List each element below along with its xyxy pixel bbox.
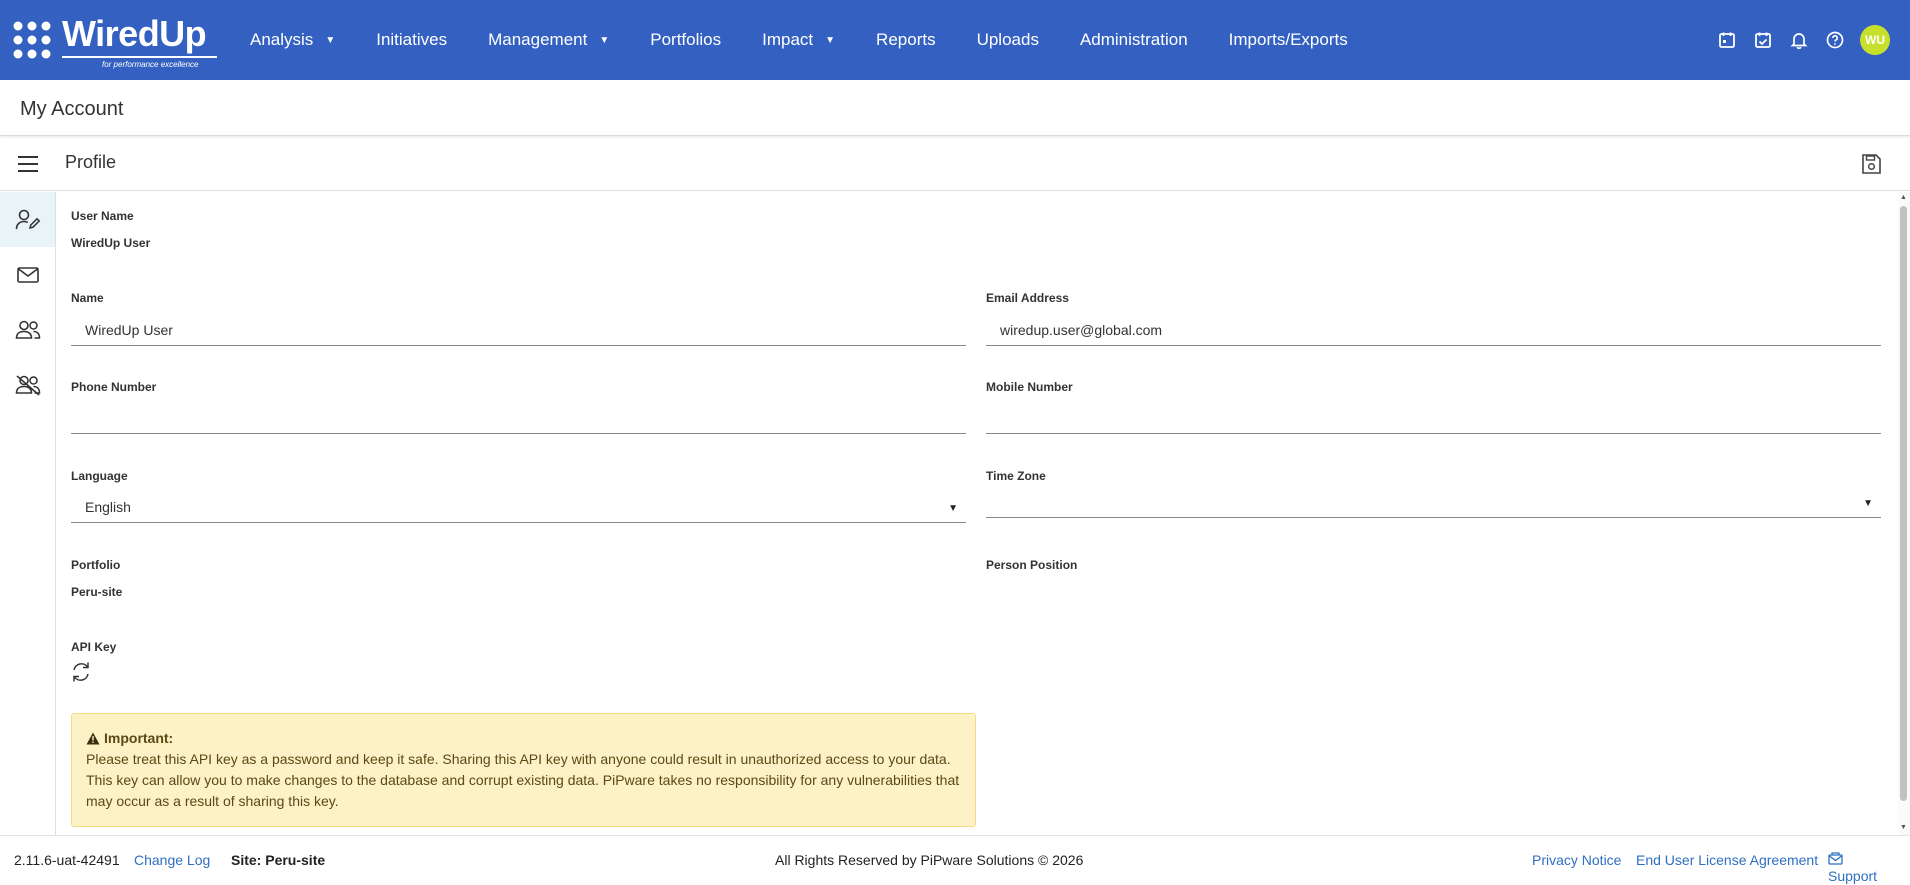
section-title: Profile	[65, 152, 117, 172]
name-label: Name	[71, 291, 104, 305]
users-icon	[15, 320, 40, 339]
nav-label: Administration	[1079, 30, 1188, 49]
logo-underline	[62, 56, 217, 58]
footer: 2.11.6-uat-42491 Change Log Site: Peru-s…	[0, 835, 1910, 885]
profile-form: User Name WiredUp User Name Email Addres…	[56, 192, 1898, 835]
support-envelope-icon	[1828, 852, 1843, 865]
nav-label: Imports/Exports	[1228, 30, 1348, 49]
privacy-notice-link[interactable]: Privacy Notice	[1532, 852, 1621, 868]
calendar-icon[interactable]	[1716, 29, 1738, 51]
scroll-down-icon[interactable]: ▼	[1900, 824, 1907, 831]
copyright-text: All Rights Reserved by PiPware Solutions…	[775, 852, 1084, 868]
support-label: Support	[1828, 868, 1878, 884]
nav-item-imports-exports[interactable]: Imports/Exports	[1229, 30, 1348, 50]
warning-title: Important:	[104, 730, 174, 746]
nav-item-reports[interactable]: Reports	[876, 30, 936, 50]
scrollbar-thumb[interactable]	[1900, 206, 1907, 801]
calendar-check-icon[interactable]	[1752, 29, 1774, 51]
account-header: My Account	[0, 80, 1910, 136]
mail-icon	[16, 266, 39, 283]
portfolio-value: Peru-site	[71, 585, 123, 599]
profile-header: Profile	[0, 138, 1910, 191]
username-label: User Name	[71, 209, 134, 223]
nav-label: Management	[488, 30, 588, 49]
mobile-input[interactable]	[986, 402, 1881, 434]
tab-profile[interactable]	[0, 192, 55, 247]
timezone-select[interactable]: ▼	[986, 486, 1881, 518]
app-version: 2.11.6-uat-42491	[14, 852, 120, 868]
warning-heading: Important:	[86, 728, 961, 749]
main-menu: Analysis ▼ Initiatives Management ▼ Portfo…	[250, 0, 1389, 80]
api-key-warning: Important: Please treat this API key as …	[71, 713, 976, 827]
nav-item-impact[interactable]: Impact ▼	[762, 30, 835, 50]
nav-item-portfolios[interactable]: Portfolios	[650, 30, 721, 50]
nav-item-management[interactable]: Management ▼	[488, 30, 609, 50]
warning-triangle-icon	[86, 732, 100, 745]
name-input[interactable]	[71, 314, 966, 346]
user-edit-icon	[15, 209, 40, 229]
side-tab-bar	[0, 192, 56, 835]
nav-label: Initiatives	[376, 30, 448, 49]
nav-label: Uploads	[976, 30, 1039, 49]
username-value: WiredUp User	[71, 236, 151, 250]
nav-label: Impact	[762, 30, 814, 49]
caret-down-icon: ▼	[948, 503, 958, 514]
nav-item-initiatives[interactable]: Initiatives	[376, 30, 447, 50]
refresh-api-key-icon[interactable]	[70, 661, 92, 683]
logo-text: WiredUp	[62, 13, 207, 54]
caret-down-icon: ▼	[1863, 498, 1873, 509]
logo-tagline: for performance excellence	[102, 60, 199, 69]
save-icon[interactable]	[1860, 153, 1882, 175]
api-key-label: API Key	[71, 640, 117, 654]
vertical-scrollbar[interactable]: ▲ ▼	[1898, 192, 1910, 835]
eula-link[interactable]: End User License Agreement	[1636, 852, 1818, 868]
support-link[interactable]: Support	[1828, 852, 1877, 884]
nav-label: Analysis	[250, 30, 314, 49]
phone-input[interactable]	[71, 402, 966, 434]
wiredup-logo[interactable]: WiredUp for performance excellence	[12, 13, 217, 69]
scroll-up-icon[interactable]: ▲	[1900, 194, 1907, 201]
email-label: Email Address	[986, 291, 1069, 305]
users-slash-icon	[15, 374, 40, 396]
top-navbar: WiredUp for performance excellence Analy…	[0, 0, 1910, 80]
hamburger-menu-icon[interactable]	[17, 154, 39, 174]
portfolio-label: Portfolio	[71, 558, 121, 572]
language-value: English	[85, 498, 131, 515]
nav-item-analysis[interactable]: Analysis ▼	[250, 30, 335, 50]
page-title: My Account	[20, 98, 124, 120]
nav-item-administration[interactable]: Administration	[1080, 30, 1188, 50]
logo-dots-icon	[13, 21, 51, 59]
mobile-label: Mobile Number	[986, 380, 1073, 394]
site-indicator: Site: Peru-site	[231, 852, 326, 868]
tab-groups[interactable]	[0, 302, 55, 357]
change-log-link[interactable]: Change Log	[134, 852, 210, 868]
nav-label: Reports	[876, 30, 936, 49]
warning-text: Please treat this API key as a password …	[86, 751, 960, 809]
tab-email[interactable]	[0, 247, 55, 302]
caret-down-icon: ▼	[599, 34, 610, 46]
user-avatar[interactable]: WU	[1860, 25, 1890, 55]
language-label: Language	[71, 469, 128, 483]
nav-icon-group: WU	[1702, 0, 1890, 80]
phone-label: Phone Number	[71, 380, 157, 394]
language-select[interactable]: English ▼	[71, 491, 966, 523]
nav-item-uploads[interactable]: Uploads	[977, 30, 1039, 50]
tab-delegates[interactable]	[0, 357, 55, 412]
caret-down-icon: ▼	[825, 34, 836, 46]
caret-down-icon: ▼	[325, 34, 336, 46]
person-position-label: Person Position	[986, 558, 1078, 572]
help-icon[interactable]	[1824, 29, 1846, 51]
bell-icon[interactable]	[1788, 29, 1810, 51]
nav-label: Portfolios	[650, 30, 722, 49]
email-input[interactable]	[986, 314, 1881, 346]
timezone-label: Time Zone	[986, 469, 1046, 483]
